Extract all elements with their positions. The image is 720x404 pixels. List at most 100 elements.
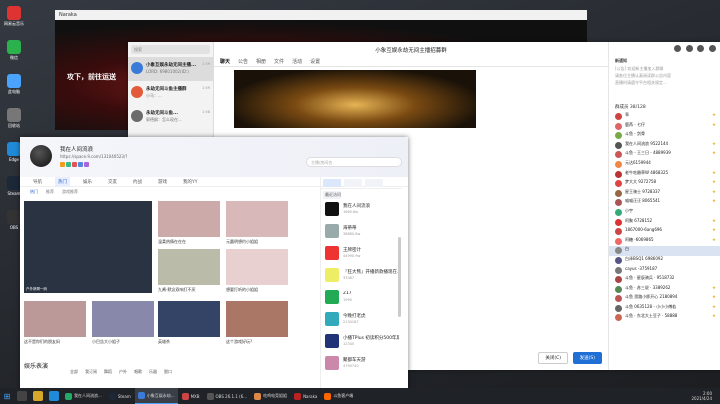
- member-item[interactable]: 鹿苒 - 七仔 ★: [609, 122, 720, 132]
- section-tab[interactable]: 乐器: [149, 369, 157, 374]
- user-url[interactable]: https://space.9.com/131040523/?: [60, 154, 127, 159]
- room-item[interactable]: 小播TPlus 初读积分500年期周赛12345: [321, 330, 402, 352]
- member-item[interactable]: 元达6159944: [609, 160, 720, 170]
- member-item[interactable]: 白泽BSQ1 6986092: [609, 256, 720, 266]
- nav-item[interactable]: 游戏: [155, 177, 170, 187]
- member-item[interactable]: 阿聚 6728152 ★: [609, 218, 720, 228]
- room-item[interactable]: 217 1990: [321, 286, 402, 308]
- close-button[interactable]: 关闭(C): [538, 352, 569, 364]
- send-button[interactable]: 发送(S): [572, 352, 602, 364]
- group-notice[interactable]: 新通知 [公告] 欢迎新主播加入群聊 请各位主播认真阅读群公告内容 直播时请遵守平台…: [609, 56, 720, 102]
- windows-start-icon[interactable]: ⊞: [0, 388, 14, 404]
- member-item[interactable]: 星王骑士 9728337 ★: [609, 189, 720, 199]
- nav-item[interactable]: 导航: [30, 177, 45, 187]
- member-item[interactable]: cayus -3759187: [609, 266, 720, 276]
- member-item[interactable]: 我在人间流浪 9522144 ★: [609, 141, 720, 151]
- section-tab[interactable]: 脱口: [164, 369, 172, 374]
- stream-tile[interactable]: [158, 201, 220, 237]
- member-item[interactable]: 斗鱼 · 苏三说 · 3389262 ★: [609, 285, 720, 295]
- taskbar-app[interactable]: 小象互娱永劫...: [134, 388, 178, 404]
- conversation-item[interactable]: 永劫无间斗鱼主播群 小马：... 1:59: [128, 81, 213, 105]
- member-item[interactable]: 梦大大 9272758 ★: [609, 179, 720, 189]
- member-item[interactable]: 阿糖 -6069865 ★: [609, 237, 720, 247]
- tab-4[interactable]: 活动: [292, 56, 302, 65]
- section-tab[interactable]: 户外: [119, 369, 127, 374]
- tab-5[interactable]: 设置: [310, 56, 320, 65]
- member-item[interactable]: 乖 ★: [609, 112, 720, 122]
- tab-2[interactable]: 相册: [256, 56, 266, 65]
- member-item[interactable]: 小宇: [609, 208, 720, 218]
- more-icon[interactable]: [709, 45, 716, 52]
- taskbar-app[interactable]: Naraka: [291, 388, 320, 404]
- edge-icon[interactable]: [49, 391, 59, 401]
- member-item[interactable]: 老牛吃嫩草W 4868325 ★: [609, 170, 720, 180]
- room-item[interactable]: 我在人间流浪 1660.6w: [321, 198, 402, 220]
- taskbar-app[interactable]: MXB: [179, 388, 203, 404]
- desktop-icon[interactable]: 此电脑: [3, 74, 25, 94]
- stream-tile[interactable]: [158, 301, 220, 337]
- avatar[interactable]: [30, 145, 52, 167]
- system-clock[interactable]: 2:00 2021/4/24: [691, 391, 720, 401]
- stream-tile[interactable]: [226, 301, 288, 337]
- search-input[interactable]: 主播/房间名: [306, 157, 402, 167]
- avatar: [131, 62, 143, 74]
- stream-tile[interactable]: [24, 301, 86, 337]
- taskbar-app[interactable]: 斗鱼客户端: [321, 388, 356, 404]
- nav-item[interactable]: 我的YY: [180, 177, 201, 187]
- nav-item[interactable]: 约战: [130, 177, 145, 187]
- nav-item[interactable]: 娱乐: [80, 177, 95, 187]
- list-tab[interactable]: [365, 179, 383, 187]
- taskbar-app[interactable]: 吃鸡电竞姐姐: [251, 388, 290, 404]
- member-item[interactable]: 斗鱼 - 剑骨: [609, 131, 720, 141]
- nav-item[interactable]: 热门: [55, 177, 70, 187]
- tab-1[interactable]: 公告: [238, 56, 248, 65]
- tab-0[interactable]: 聊天: [220, 56, 230, 65]
- stream-tile[interactable]: [226, 201, 288, 237]
- section-tab[interactable]: 唱歌: [134, 369, 142, 374]
- desktop-icon[interactable]: 回收站: [3, 108, 25, 128]
- tab-3[interactable]: 文件: [274, 56, 284, 65]
- member-item[interactable]: 斗鱼 - 王三日 - 4889939 ★: [609, 150, 720, 160]
- home-tab[interactable]: [323, 179, 341, 187]
- desktop-icon[interactable]: 微信: [3, 40, 25, 60]
- conversation-search[interactable]: 搜索: [131, 45, 210, 54]
- room-item[interactable]: 王牌密计 44990.9w: [321, 242, 402, 264]
- member-item[interactable]: 1867000-6ang696 ★: [609, 227, 720, 237]
- section-tab[interactable]: 我订阅: [85, 369, 97, 374]
- section-tab[interactable]: 全部: [70, 369, 78, 374]
- member-item[interactable]: 斗鱼 · 星辰骑兵 · 9518732: [609, 275, 720, 285]
- search-icon[interactable]: [17, 391, 27, 401]
- member-item[interactable]: 斗鱼 · 东北大土豆子 · 58888 ★: [609, 313, 720, 323]
- stream-tile[interactable]: 户外搞哥一码: [24, 201, 152, 293]
- phone-icon[interactable]: [674, 45, 682, 52]
- stream-tile[interactable]: [158, 249, 220, 285]
- nav-item[interactable]: 交友: [105, 177, 120, 187]
- stream-tile[interactable]: [92, 301, 154, 337]
- scrollbar[interactable]: [398, 237, 401, 317]
- room-item[interactable]: 海蒂蒂 38880.8w: [321, 220, 402, 242]
- video-icon[interactable]: [685, 45, 693, 52]
- desktop-icon[interactable]: 网易云音乐: [3, 6, 25, 26]
- chat-video-message[interactable]: [234, 70, 476, 128]
- member-name: 元达6159944: [625, 159, 651, 165]
- room-item[interactable]: 『狂大熊』开播新款播现在...江湖一路33387: [321, 264, 402, 286]
- conversation-item[interactable]: 永劫无间斗鱼... 郭德纲：怎么现在... 1:58: [128, 105, 213, 129]
- sub-nav-item[interactable]: 游戏推荐: [62, 187, 78, 195]
- member-item[interactable]: 喵喵汪汪 8065541 ★: [609, 198, 720, 208]
- taskbar-app[interactable]: 我在人间流浪...: [62, 388, 105, 404]
- conversation-item[interactable]: 小象互娱永劫无间主播... LORD: 69801002(ID:) 1:59: [128, 57, 213, 81]
- section-tab[interactable]: 舞蹈: [104, 369, 112, 374]
- room-item[interactable]: 今晚打老虎 2134187: [321, 308, 402, 330]
- user-tab[interactable]: [344, 179, 362, 187]
- taskbar-app[interactable]: OBS 26.1.1 (6...: [204, 388, 251, 404]
- member-item[interactable]: 斗鱼 0635128 - 小小小傅若 ★: [609, 304, 720, 314]
- member-item[interactable]: 白: [609, 246, 720, 256]
- sub-nav-item[interactable]: 热门: [30, 187, 38, 195]
- room-item[interactable]: 聚都车天游 4790740: [321, 352, 402, 374]
- sub-nav-item[interactable]: 推荐: [46, 187, 54, 195]
- stream-tile[interactable]: [226, 249, 288, 285]
- taskbar-app[interactable]: Steam: [106, 388, 134, 404]
- add-member-icon[interactable]: [697, 45, 705, 52]
- member-item[interactable]: 斗鱼 思路小胖开心 2180894 ★: [609, 294, 720, 304]
- file-explorer-icon[interactable]: [33, 391, 43, 401]
